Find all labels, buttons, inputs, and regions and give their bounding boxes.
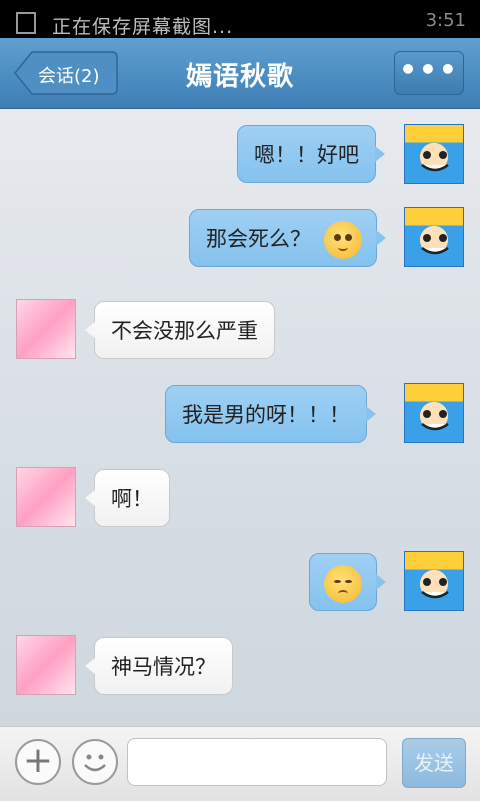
message-bubble[interactable]: 啊！ <box>85 469 170 527</box>
avatar-face-icon <box>421 151 449 172</box>
avatar-face-icon <box>421 410 449 431</box>
title-bar: 会话(2) 嫣语秋歌 ••• <box>0 38 480 109</box>
contact-avatar[interactable] <box>16 635 76 695</box>
status-bar: 正在保存屏幕截图... 3:51 <box>0 0 480 38</box>
avatar-face-icon <box>421 578 449 599</box>
message-input[interactable] <box>127 738 387 786</box>
message-bubble[interactable]: 那会死么？ <box>189 209 386 267</box>
sad-face-emoji-icon <box>323 221 362 259</box>
my-avatar[interactable] <box>404 207 464 267</box>
status-time: 3:51 <box>425 10 466 31</box>
chat-area[interactable]: 嗯！！好吧 那会死么？ 不会没那么严重 我是男的呀！！！ 啊！ 神马情况？ <box>0 109 480 726</box>
contact-avatar[interactable] <box>16 467 76 527</box>
more-options-label: ••• <box>399 53 459 86</box>
more-options-button[interactable]: ••• <box>394 51 464 95</box>
avatar-face-icon <box>421 234 449 255</box>
message-text: 神马情况？ <box>111 655 216 679</box>
contact-avatar[interactable] <box>16 299 76 359</box>
message-bubble[interactable]: 神马情况？ <box>85 637 233 695</box>
notification-text: 正在保存屏幕截图... <box>52 16 234 38</box>
message-text: 嗯！！好吧 <box>254 143 359 167</box>
message-bubble[interactable]: 我是男的呀！！！ <box>165 385 376 443</box>
screenshot-icon <box>16 12 36 34</box>
message-text: 那会死么？ <box>206 227 311 251</box>
emoji-button[interactable] <box>72 739 118 785</box>
plus-icon: + <box>22 740 54 781</box>
shy-face-emoji-icon <box>324 565 362 603</box>
my-avatar[interactable] <box>404 551 464 611</box>
my-avatar[interactable] <box>404 383 464 443</box>
smiley-icon <box>84 754 106 772</box>
message-text: 我是男的呀！！！ <box>182 403 350 427</box>
my-avatar[interactable] <box>404 124 464 184</box>
message-bubble[interactable]: 嗯！！好吧 <box>237 125 385 183</box>
message-bubble[interactable]: 不会没那么严重 <box>85 301 275 359</box>
message-text: 啊！ <box>111 487 153 511</box>
send-button[interactable]: 发送 <box>402 738 466 788</box>
add-attachment-button[interactable]: + <box>15 739 61 785</box>
message-bubble[interactable] <box>309 553 386 611</box>
message-text: 不会没那么严重 <box>111 319 258 343</box>
input-bar: + 发送 <box>0 726 480 801</box>
